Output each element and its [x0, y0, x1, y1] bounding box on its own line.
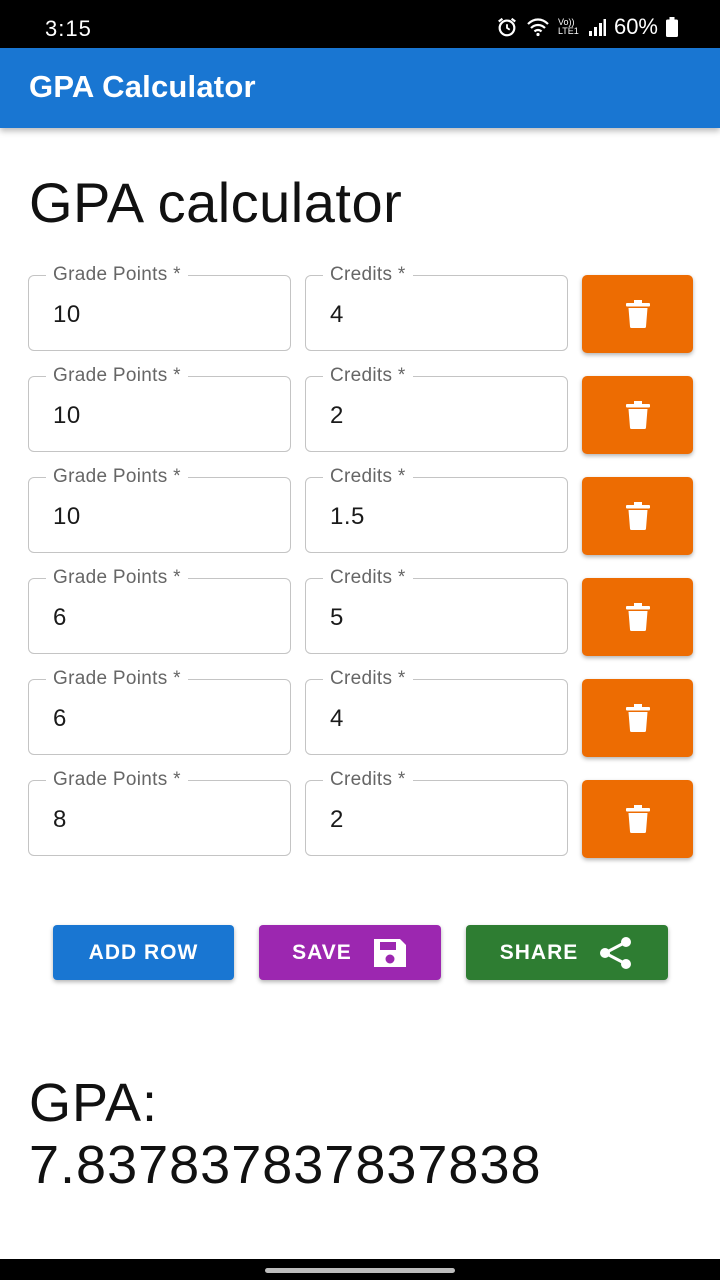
gpa-label: GPA: — [29, 1073, 159, 1133]
grade-row-4: Grade Points * 6 Credits * 5 — [0, 567, 720, 659]
action-buttons: ADD ROW SAVE SHARE — [0, 925, 720, 980]
grade-points-field[interactable]: Grade Points * 6 — [28, 567, 291, 654]
grade-points-value: 8 — [53, 806, 67, 833]
credits-field[interactable]: Credits * 2 — [305, 365, 568, 452]
grade-points-value: 6 — [53, 705, 67, 732]
trash-icon — [625, 502, 650, 530]
grade-points-value: 10 — [53, 402, 81, 429]
credits-value: 5 — [330, 604, 344, 631]
delete-row-button[interactable] — [582, 679, 693, 757]
delete-row-button[interactable] — [582, 275, 693, 353]
grade-points-value: 6 — [53, 604, 67, 631]
battery-percent: 60% — [613, 14, 658, 39]
add-row-label: ADD ROW — [88, 940, 199, 964]
credits-field[interactable]: Credits * 5 — [305, 567, 568, 654]
delete-row-button[interactable] — [582, 578, 693, 656]
status-bar: 3:15 Vo)) LTE1 60% — [0, 0, 720, 48]
credits-value: 2 — [330, 806, 344, 833]
grade-points-field[interactable]: Grade Points * 8 — [28, 769, 291, 856]
trash-icon — [625, 401, 650, 429]
status-time: 3:15 — [45, 16, 92, 41]
share-label: SHARE — [499, 940, 579, 964]
app-bar: GPA Calculator — [0, 48, 720, 128]
trash-icon — [625, 603, 650, 631]
alarm-icon — [498, 17, 516, 37]
delete-row-button[interactable] — [582, 477, 693, 555]
credits-label: Credits * — [323, 264, 413, 286]
grade-points-label: Grade Points * — [46, 264, 188, 286]
grade-points-value: 10 — [53, 301, 81, 328]
grade-points-label: Grade Points * — [46, 567, 188, 589]
share-icon — [598, 936, 634, 969]
trash-icon — [625, 704, 650, 732]
credits-value: 2 — [330, 402, 344, 429]
credits-label: Credits * — [323, 365, 413, 387]
page-title: GPA calculator — [29, 171, 403, 234]
credits-value: 4 — [330, 705, 344, 732]
grade-points-field[interactable]: Grade Points * 10 — [28, 466, 291, 553]
credits-field[interactable]: Credits * 2 — [305, 769, 568, 856]
grade-points-field[interactable]: Grade Points * 10 — [28, 264, 291, 351]
grade-row-3: Grade Points * 10 Credits * 1.5 — [0, 466, 720, 558]
credits-field[interactable]: Credits * 1.5 — [305, 466, 568, 553]
network-type-label: Vo)) LTE1 — [557, 17, 579, 36]
credits-label: Credits * — [323, 466, 413, 488]
grade-points-field[interactable]: Grade Points * 6 — [28, 668, 291, 755]
navigation-bar — [0, 1259, 720, 1280]
share-button[interactable]: SHARE — [466, 925, 668, 980]
add-row-button[interactable]: ADD ROW — [53, 925, 234, 980]
credits-label: Credits * — [323, 668, 413, 690]
app-title: GPA Calculator — [29, 69, 256, 104]
grade-points-label: Grade Points * — [46, 668, 188, 690]
save-button[interactable]: SAVE — [259, 925, 441, 980]
trash-icon — [625, 805, 650, 833]
grade-row-2: Grade Points * 10 Credits * 2 — [0, 365, 720, 457]
trash-icon — [625, 300, 650, 328]
grade-points-value: 10 — [53, 503, 81, 530]
battery-icon — [666, 17, 678, 37]
grade-row-5: Grade Points * 6 Credits * 4 — [0, 668, 720, 760]
credits-value: 4 — [330, 301, 344, 328]
grade-row-6: Grade Points * 8 Credits * 2 — [0, 769, 720, 861]
gpa-result: GPA: 7.837837837837838 — [29, 1072, 542, 1196]
grade-points-label: Grade Points * — [46, 365, 188, 387]
grade-points-label: Grade Points * — [46, 769, 188, 791]
signal-icon — [588, 19, 606, 36]
grade-points-field[interactable]: Grade Points * 10 — [28, 365, 291, 452]
grade-row-1: Grade Points * 10 Credits * 4 — [0, 264, 720, 356]
credits-label: Credits * — [323, 769, 413, 791]
save-icon — [372, 937, 408, 969]
save-label: SAVE — [292, 940, 352, 964]
credits-value: 1.5 — [330, 503, 365, 530]
delete-row-button[interactable] — [582, 376, 693, 454]
credits-field[interactable]: Credits * 4 — [305, 264, 568, 351]
grade-points-label: Grade Points * — [46, 466, 188, 488]
credits-field[interactable]: Credits * 4 — [305, 668, 568, 755]
delete-row-button[interactable] — [582, 780, 693, 858]
home-gesture-handle[interactable] — [265, 1268, 455, 1273]
credits-label: Credits * — [323, 567, 413, 589]
gpa-value: 7.837837837837838 — [29, 1135, 542, 1195]
wifi-icon — [527, 18, 549, 37]
status-icons: Vo)) LTE1 60% — [496, 14, 678, 40]
